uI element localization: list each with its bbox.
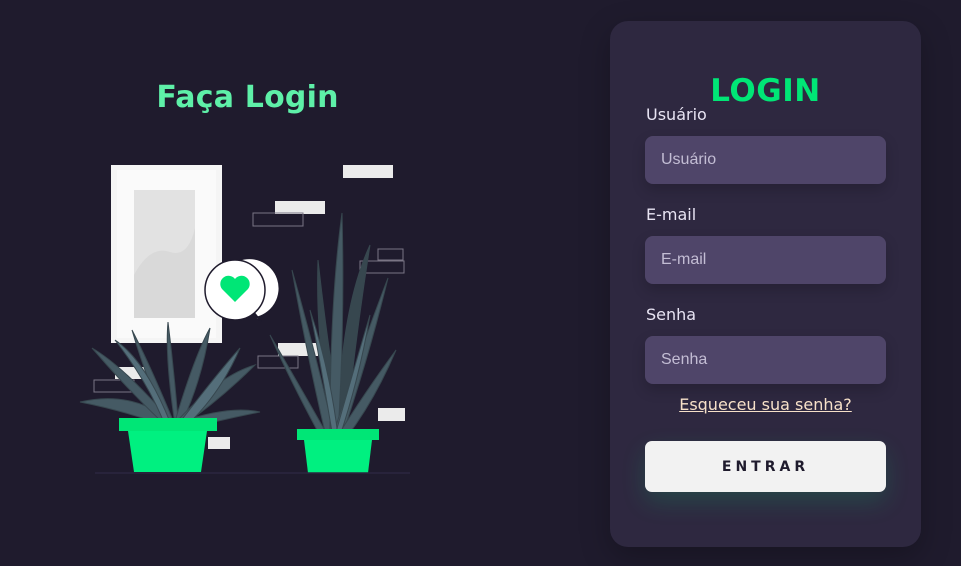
submit-button[interactable]: ENTRAR [645, 441, 886, 492]
plants-illustration [79, 165, 410, 474]
username-input[interactable] [645, 136, 886, 184]
left-plant [79, 321, 261, 472]
password-input[interactable] [645, 336, 886, 384]
login-card: LOGIN Usuário E-mail Senha Esqueceu sua … [610, 21, 921, 547]
email-input[interactable] [645, 236, 886, 284]
left-title: Faça Login [156, 80, 339, 115]
email-label: E-mail [646, 205, 697, 224]
login-page: Faça Login LOGIN Usuário Usuário E-mail … [0, 0, 961, 566]
username-label: Usuário [646, 105, 707, 124]
forgot-password-link[interactable]: Esqueceu sua senha? [610, 395, 921, 414]
password-label: Senha [646, 305, 697, 324]
card-title: LOGIN [710, 73, 821, 109]
wall-frame [111, 165, 222, 343]
speech-bubble [204, 257, 281, 322]
